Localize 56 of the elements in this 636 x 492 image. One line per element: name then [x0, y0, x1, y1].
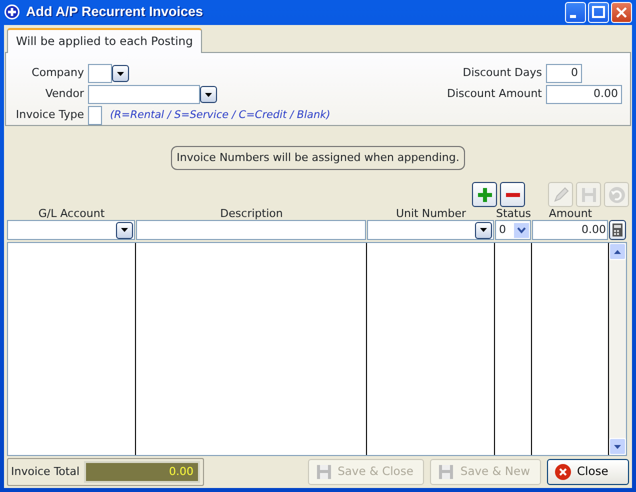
column-header: Description — [219, 207, 284, 220]
column-header: Status — [495, 207, 532, 220]
plus-icon — [4, 4, 20, 20]
remove-icon — [506, 192, 520, 196]
close-icon — [554, 463, 572, 481]
field-label: Discount Days — [462, 65, 542, 82]
chevron-icon — [514, 222, 529, 238]
minimize-icon — [570, 14, 576, 18]
minimize-button[interactable] — [565, 2, 586, 23]
notice-box: Invoice Numbers will be assigned when appending. — [171, 146, 465, 170]
field-label: Vendor — [44, 86, 84, 102]
dropdown-button[interactable] — [112, 65, 129, 82]
save-icon — [437, 463, 456, 481]
scroll-down-button[interactable] — [609, 438, 626, 455]
close-button[interactable]: Close — [547, 459, 629, 485]
column-header: G/L Account — [37, 207, 106, 220]
filter-field[interactable]: 0.00 — [532, 220, 608, 240]
dropdown-button[interactable] — [116, 222, 133, 238]
save-icon — [314, 463, 333, 481]
up-arrow-icon — [613, 248, 622, 254]
maximize-button[interactable] — [588, 2, 609, 23]
add-button[interactable] — [472, 182, 497, 207]
status-select[interactable]: 0 — [495, 220, 531, 240]
combo-field[interactable] — [7, 220, 135, 240]
input-field[interactable]: 0 — [546, 64, 582, 83]
input-field[interactable] — [88, 106, 102, 125]
field-label: Company — [30, 65, 84, 82]
field-label: Invoice Type — [14, 107, 84, 124]
input-field[interactable] — [88, 64, 112, 83]
caret-icon — [204, 92, 213, 98]
caret-icon — [120, 227, 129, 233]
calculator-button[interactable] — [609, 220, 626, 240]
scroll-up-button[interactable] — [609, 243, 626, 260]
dropdown-button[interactable] — [200, 86, 217, 103]
combo-field[interactable] — [367, 220, 494, 240]
caret-icon — [479, 227, 488, 233]
input-field[interactable]: 0.00 — [546, 85, 622, 104]
field-label: Discount Amount — [446, 86, 542, 102]
scrollbar[interactable] — [609, 243, 626, 455]
caret-icon — [116, 70, 125, 76]
tab[interactable]: Will be applied to each Posting — [7, 28, 202, 53]
column-header: Amount — [548, 207, 594, 220]
window-title: Add A/P Recurrent Invoices — [26, 3, 204, 22]
select-value: 0 — [499, 222, 506, 238]
input-field[interactable] — [88, 85, 200, 104]
down-arrow-icon — [613, 444, 622, 450]
total-value: 0.00 — [84, 461, 200, 483]
maximize-icon — [590, 4, 607, 21]
undo-icon — [606, 184, 626, 204]
hint-text: (R=Rental / S=Service / C=Credit / Blank) — [110, 108, 330, 123]
remove-button[interactable] — [500, 182, 525, 207]
column-header: Unit Number — [394, 207, 468, 220]
filter-field[interactable] — [136, 220, 366, 240]
dropdown-button[interactable] — [475, 222, 492, 238]
total-label: Invoice Total — [11, 464, 80, 480]
close-button[interactable] — [611, 2, 632, 23]
